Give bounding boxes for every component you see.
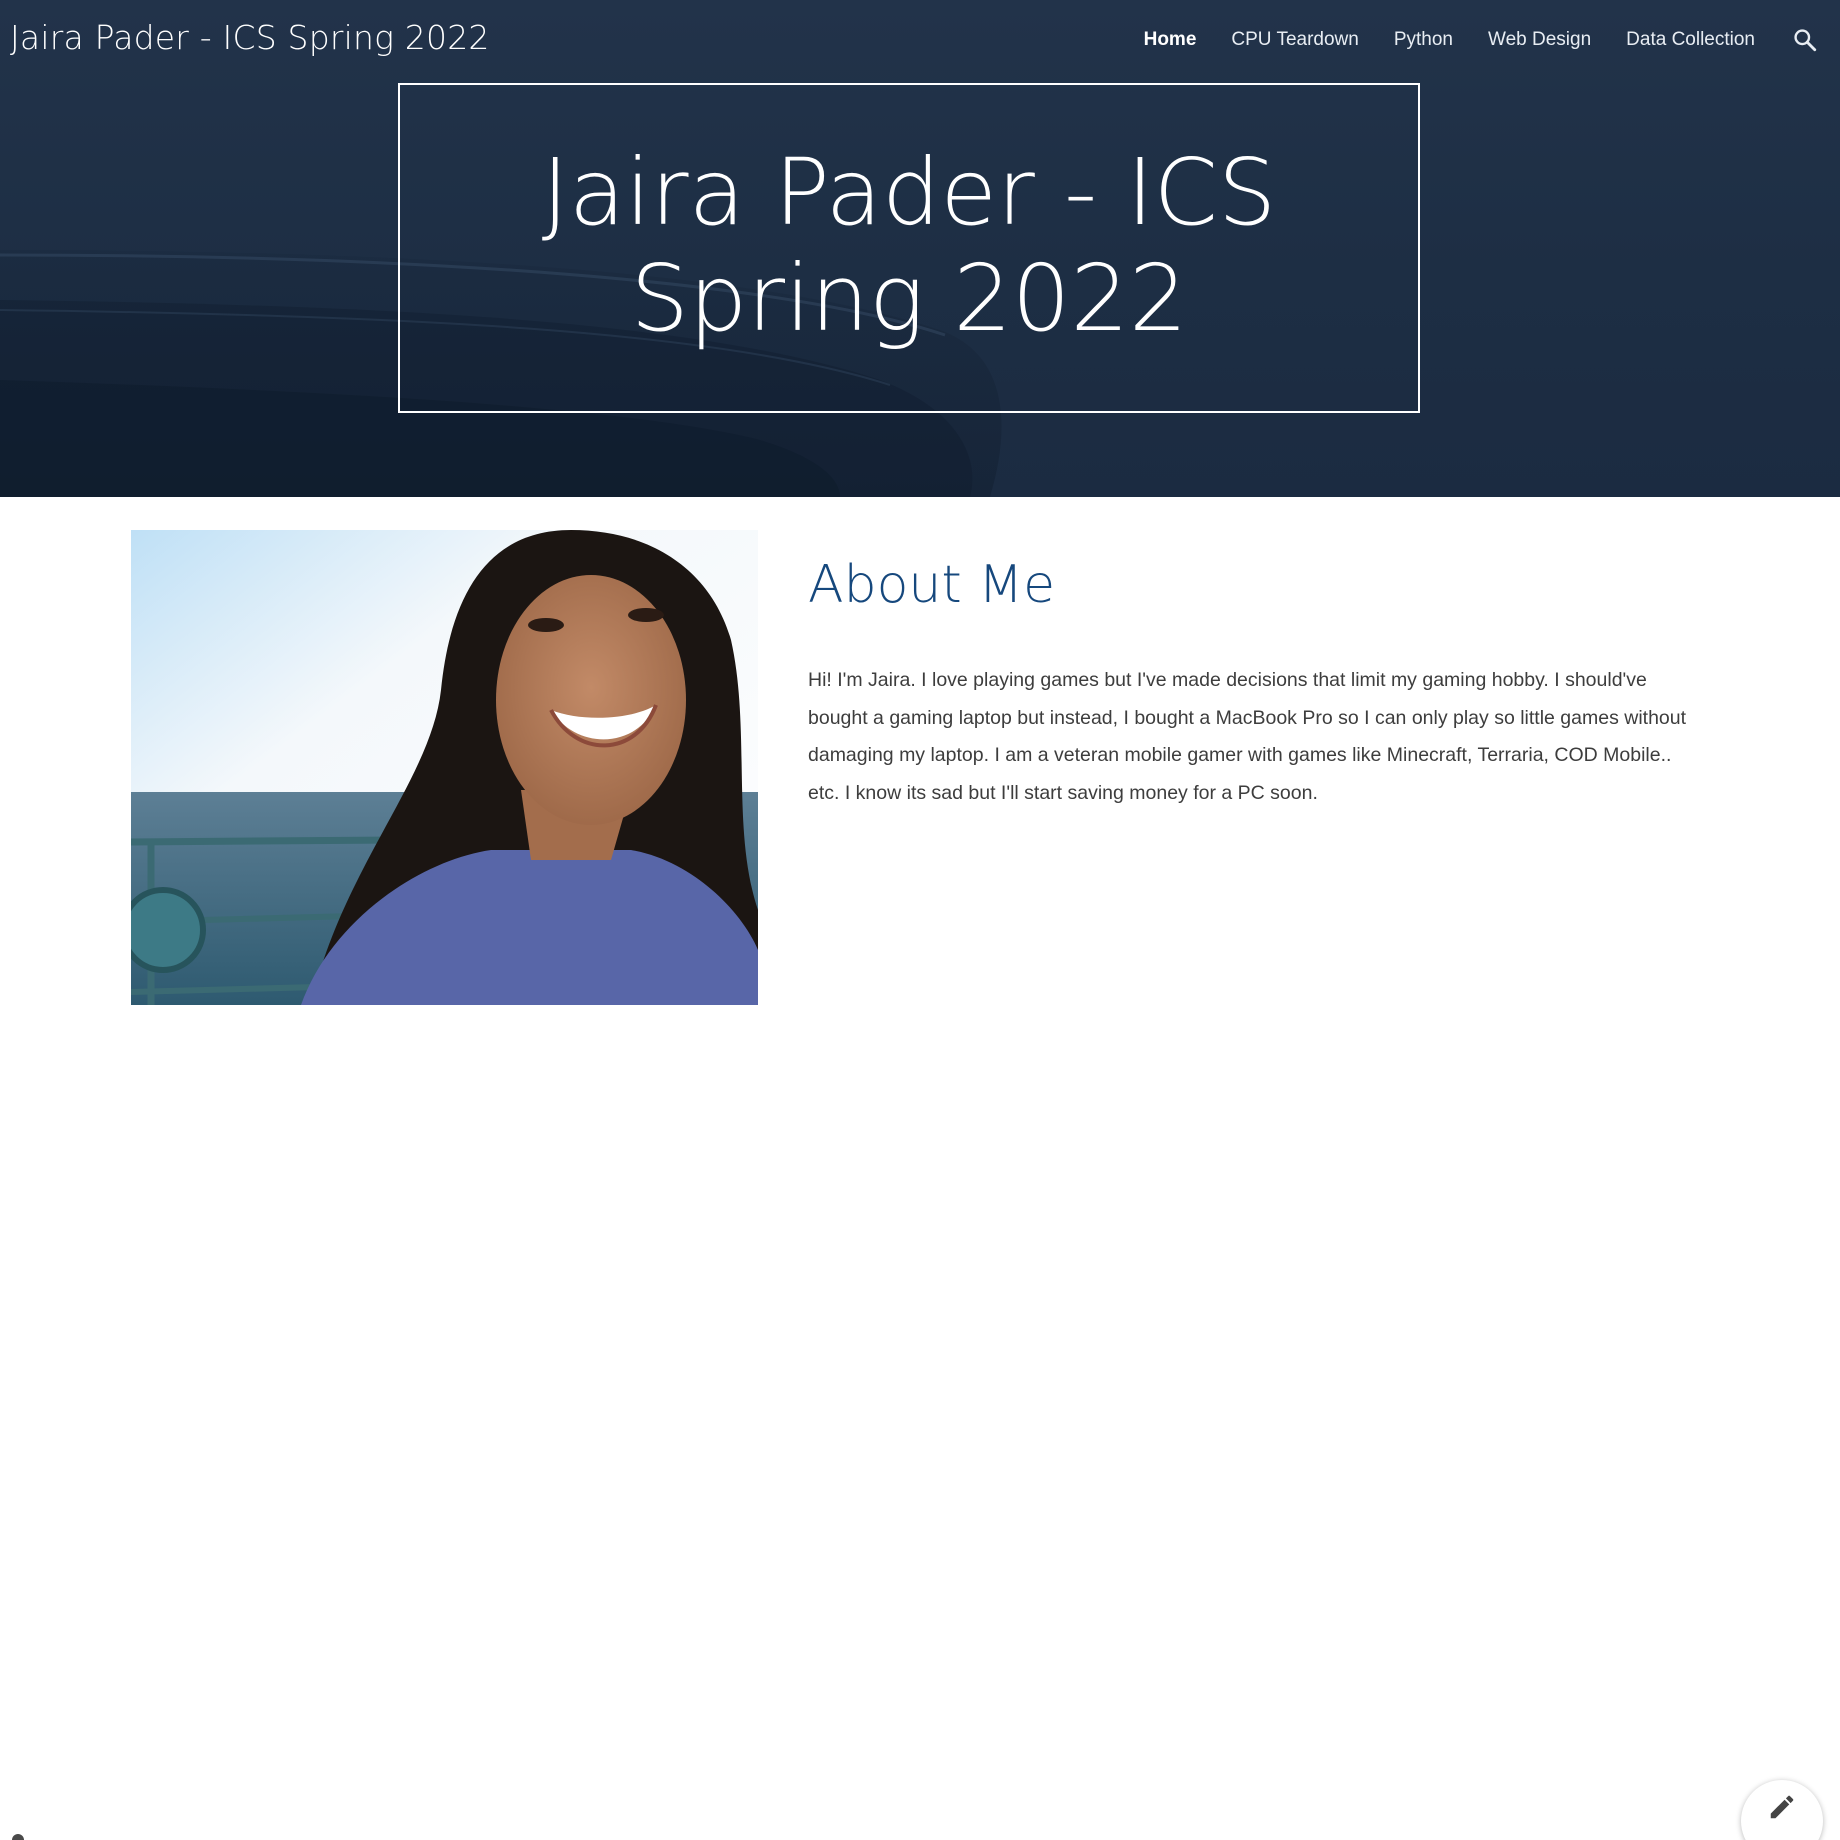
- about-body-text: Hi! I'm Jaira. I love playing games but …: [808, 669, 1687, 804]
- search-button[interactable]: [1790, 25, 1820, 55]
- nav-item-python[interactable]: Python: [1394, 29, 1453, 51]
- nav-item-home[interactable]: Home: [1144, 29, 1197, 51]
- main-nav: Home CPU Teardown Python Web Design Data…: [1144, 0, 1840, 80]
- hero-title-box: Jaira Pader - ICS Spring 2022: [398, 83, 1420, 413]
- nav-item-cpu-teardown[interactable]: CPU Teardown: [1231, 29, 1358, 51]
- nav-item-web-design[interactable]: Web Design: [1488, 29, 1591, 51]
- search-icon: [1794, 29, 1817, 52]
- top-navigation-bar: Jaira Pader - ICS Spring 2022 Home CPU T…: [0, 0, 1840, 80]
- hero-title: Jaira Pader - ICS Spring 2022: [541, 139, 1277, 352]
- page: Jaira Pader - ICS Spring 2022 Home CPU T…: [0, 0, 1840, 1840]
- about-heading: About Me: [808, 555, 1056, 615]
- site-title[interactable]: Jaira Pader - ICS Spring 2022: [10, 18, 490, 57]
- profile-photo-image: [131, 530, 758, 1005]
- hero-header: Jaira Pader - ICS Spring 2022 Home CPU T…: [0, 0, 1840, 497]
- info-button[interactable]: [12, 1834, 24, 1840]
- profile-photo: [131, 530, 758, 1005]
- edit-button[interactable]: [1741, 1780, 1823, 1840]
- nav-item-data-collection[interactable]: Data Collection: [1626, 29, 1755, 51]
- pencil-icon: [1770, 1795, 1794, 1819]
